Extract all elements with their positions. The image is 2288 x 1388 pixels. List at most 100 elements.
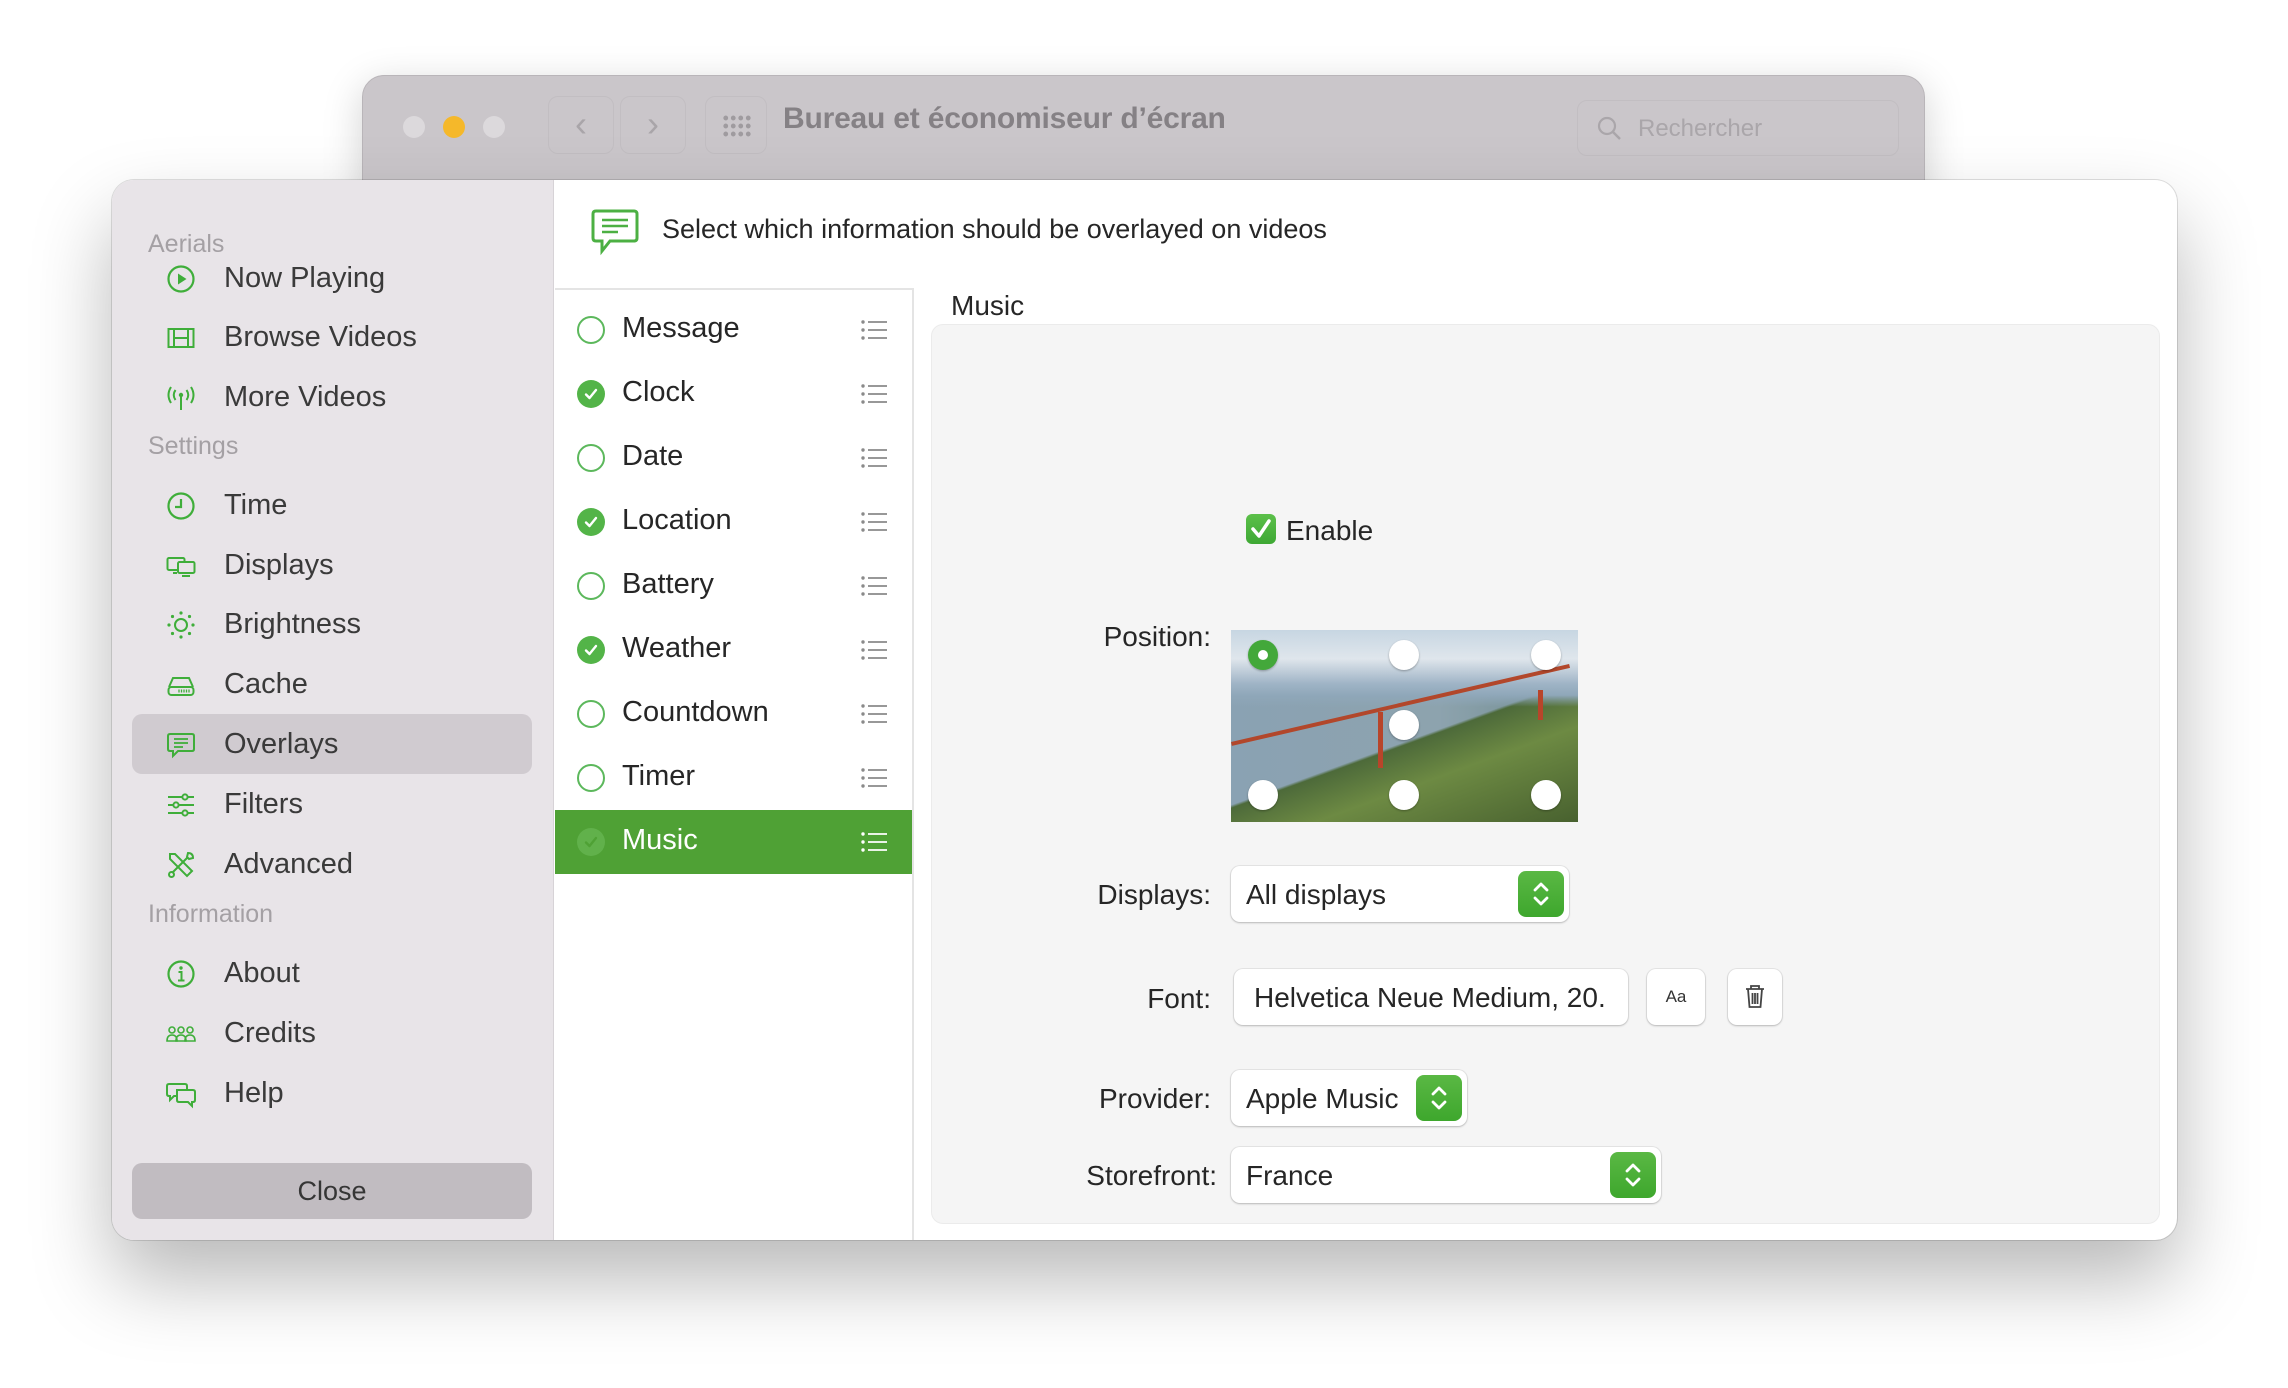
search-placeholder: Rechercher [1638, 115, 1763, 142]
overlay-item-timer[interactable]: Timer [555, 746, 912, 810]
list-options-icon[interactable] [861, 575, 887, 597]
position-top-right-radio[interactable] [1531, 640, 1561, 670]
play-circle-icon [167, 265, 195, 293]
overlay-item-date[interactable]: Date [555, 426, 912, 490]
overlay-item-location[interactable]: Location [555, 490, 912, 554]
sidebar-item-overlays[interactable]: Overlays [132, 714, 532, 774]
sidebar-header-settings: Settings [148, 432, 239, 460]
font-field[interactable]: Helvetica Neue Medium, 20. [1234, 969, 1628, 1025]
provider-value: Apple Music [1246, 1083, 1399, 1114]
sliders-icon [168, 793, 194, 817]
overlay-item-music[interactable]: Music [555, 810, 912, 874]
sidebar-item-brightness[interactable]: Brightness [132, 594, 532, 654]
list-options-icon[interactable] [861, 767, 887, 789]
sidebar-item-advanced[interactable]: Advanced [132, 834, 532, 894]
displays-label: Displays: [1097, 879, 1211, 910]
search-field[interactable]: Rechercher [1577, 100, 1899, 156]
enable-label: Enable [1286, 515, 1374, 546]
minimize-window-button[interactable] [443, 116, 465, 138]
sidebar-item-now-playing[interactable]: Now Playing [132, 248, 532, 308]
list-options-icon[interactable] [861, 639, 887, 661]
overlay-item-label: Weather [622, 632, 732, 664]
position-top-left-radio[interactable] [1248, 640, 1278, 670]
window-title: Bureau et économiseur d’écran [783, 102, 1226, 135]
position-center-radio[interactable] [1389, 710, 1419, 740]
displays-popup[interactable]: All displays [1231, 866, 1569, 922]
page-title: Select which information should be overl… [662, 214, 1327, 244]
search-icon [1597, 116, 1621, 140]
font-label: Font: [1147, 983, 1211, 1014]
overlay-item-label: Message [622, 312, 740, 344]
tools-icon [168, 851, 195, 878]
sidebar-item-browse-videos[interactable]: Browse Videos [132, 307, 532, 367]
unchecked-circle-icon[interactable] [577, 764, 605, 792]
antenna-icon [167, 386, 195, 410]
stepper-icon [1518, 871, 1564, 917]
list-options-icon[interactable] [861, 383, 887, 405]
list-options-icon[interactable] [861, 319, 887, 341]
sidebar-item-label: Cache [224, 667, 308, 700]
sidebar-item-label: Filters [224, 787, 303, 820]
close-button[interactable]: Close [132, 1163, 532, 1219]
sidebar-item-label: Now Playing [224, 261, 386, 294]
storefront-popup[interactable]: France [1231, 1147, 1661, 1203]
overlay-item-battery[interactable]: Battery [555, 554, 912, 618]
reset-font-button[interactable] [1728, 969, 1782, 1025]
trash-icon [1746, 985, 1764, 1008]
overlay-item-label: Music [622, 824, 698, 856]
sidebar-item-time[interactable]: Time [132, 475, 532, 535]
message-icon [167, 733, 195, 759]
sidebar-item-label: Advanced [224, 847, 353, 880]
position-bottom-left-radio[interactable] [1248, 780, 1278, 810]
position-bottom-center-radio[interactable] [1389, 780, 1419, 810]
list-options-icon[interactable] [861, 447, 887, 469]
show-all-button[interactable] [705, 96, 767, 154]
font-picker-button[interactable]: Aa [1647, 969, 1705, 1025]
checked-circle-icon[interactable] [577, 508, 605, 536]
overlay-item-message[interactable]: Message [555, 298, 912, 362]
position-bottom-right-radio[interactable] [1531, 780, 1561, 810]
sidebar-item-label: About [224, 956, 300, 989]
sidebar-item-credits[interactable]: Credits [132, 1003, 532, 1063]
list-options-icon[interactable] [861, 703, 887, 725]
sidebar-item-more-videos[interactable]: More Videos [132, 367, 532, 427]
chat-bubbles-icon [166, 1083, 196, 1109]
unchecked-circle-icon[interactable] [577, 444, 605, 472]
chevron-left-icon: ‹ [575, 103, 587, 144]
overlay-item-clock[interactable]: Clock [555, 362, 912, 426]
storefront-label: Storefront: [1086, 1160, 1217, 1191]
back-button[interactable]: ‹ [548, 96, 614, 154]
forward-button[interactable]: › [620, 96, 686, 154]
sidebar-item-cache[interactable]: Cache [132, 654, 532, 714]
sidebar-item-help[interactable]: Help [132, 1063, 532, 1123]
provider-label: Provider: [1098, 1083, 1211, 1114]
checked-circle-icon[interactable] [577, 380, 605, 408]
checked-circle-icon[interactable] [577, 636, 605, 664]
provider-popup[interactable]: Apple Music [1231, 1070, 1467, 1126]
chevron-right-icon: › [647, 103, 659, 144]
overlay-item-label: Clock [622, 376, 695, 408]
message-icon [591, 209, 639, 256]
enable-checkbox[interactable] [1246, 514, 1276, 544]
checked-circle-icon[interactable] [577, 828, 605, 856]
overlay-item-countdown[interactable]: Countdown [555, 682, 912, 746]
overlay-item-label: Timer [622, 760, 696, 792]
unchecked-circle-icon[interactable] [577, 572, 605, 600]
zoom-window-button[interactable] [483, 116, 505, 138]
sidebar-item-filters[interactable]: Filters [132, 774, 532, 834]
list-options-icon[interactable] [861, 831, 887, 853]
overlay-item-weather[interactable]: Weather [555, 618, 912, 682]
detail-panel: Enable Position: Displays: All displays … [931, 324, 2160, 1224]
close-window-button[interactable] [403, 116, 425, 138]
sidebar-item-label: More Videos [224, 380, 387, 413]
unchecked-circle-icon[interactable] [577, 316, 605, 344]
font-value: Helvetica Neue Medium, 20. [1254, 982, 1606, 1013]
font-picker-label: Aa [1665, 987, 1687, 1006]
sidebar-item-about[interactable]: About [132, 943, 532, 1003]
overlay-item-label: Location [622, 504, 732, 536]
list-options-icon[interactable] [861, 511, 887, 533]
sidebar-item-displays[interactable]: Displays [132, 535, 532, 595]
grid-icon [722, 114, 752, 138]
unchecked-circle-icon[interactable] [577, 700, 605, 728]
position-top-center-radio[interactable] [1389, 640, 1419, 670]
